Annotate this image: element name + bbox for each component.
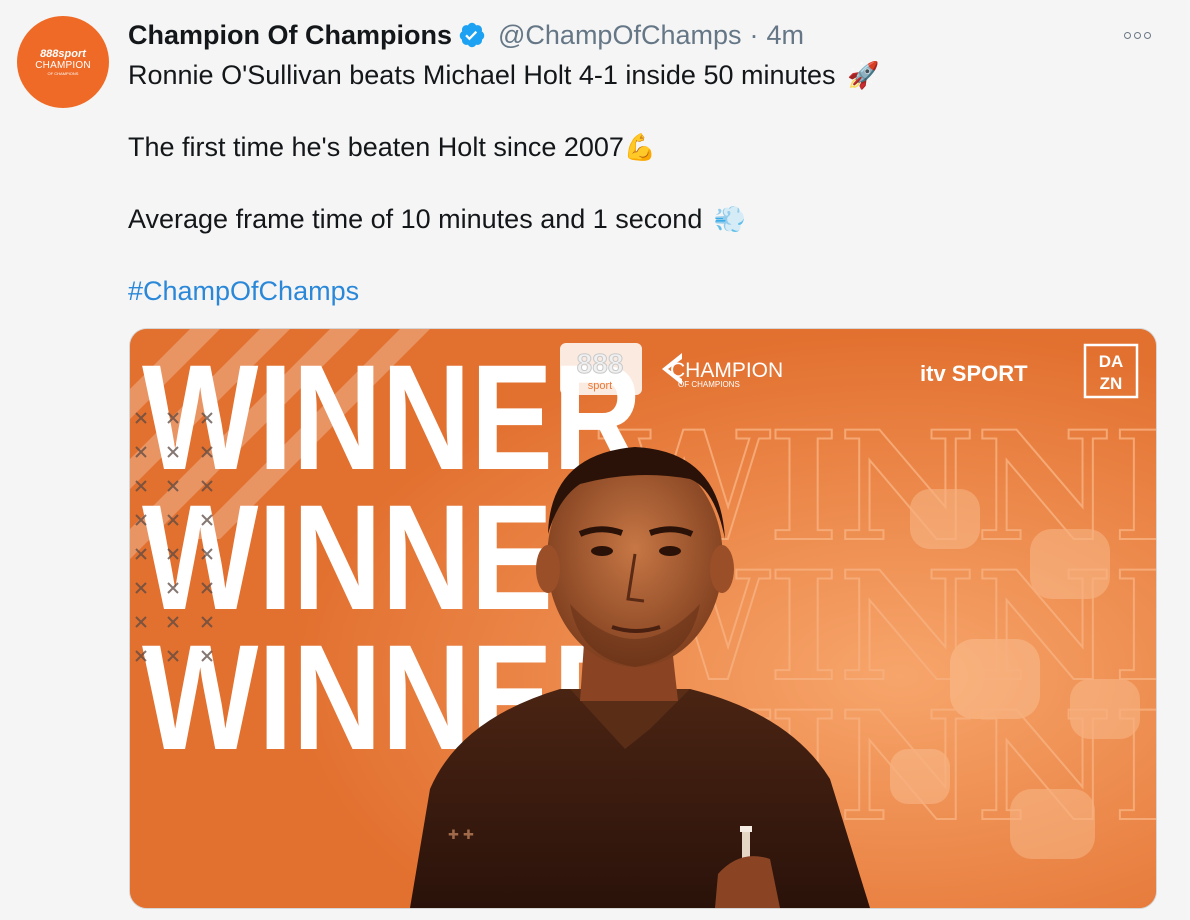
avatar[interactable]: 888sport CHAMPION OF CHAMPIONS — [17, 16, 109, 108]
more-options-icon[interactable] — [1124, 28, 1158, 42]
888sport-logo: 888 sport — [560, 343, 642, 395]
tweet-text: Ronnie O'Sullivan beats Michael Holt 4-1… — [128, 60, 836, 90]
avatar-logo: 888sport CHAMPION OF CHAMPIONS — [35, 47, 91, 76]
tweet-line-2: The first time he's beaten Holt since 20… — [128, 132, 656, 163]
avatar-sub: OF CHAMPIONS — [47, 70, 79, 76]
logo-888-sub: sport — [588, 380, 612, 392]
tweet-media-image[interactable]: WINNER WINNER WINNER WINNER WINNER WINNE… — [129, 328, 1157, 909]
more-dot — [1144, 31, 1151, 39]
verified-badge-icon — [459, 22, 485, 48]
dash-icon: 💨 — [713, 204, 747, 234]
dazn-top: DA — [1099, 352, 1124, 371]
hashtag-link[interactable]: #ChampOfChamps — [128, 276, 359, 306]
tweet-line-3: Average frame time of 10 minutes and 1 s… — [128, 204, 746, 235]
more-dot — [1124, 31, 1131, 39]
more-dot — [1134, 31, 1141, 39]
flexed-biceps-icon: 💪 — [623, 132, 657, 162]
logo-888: 888 — [577, 348, 624, 379]
shirt-logo: ✚ ✚ — [448, 828, 474, 843]
timestamp[interactable]: 4m — [767, 20, 805, 51]
itv-sport-logo: itv SPORT — [920, 361, 1028, 386]
separator-dot: · — [749, 19, 759, 50]
avatar-name: CHAMPION — [35, 59, 91, 71]
logo-subtitle: OF CHAMPIONS — [678, 380, 740, 389]
tweet-header: Champion Of Champions @ChampOfChamps · 4… — [128, 17, 804, 53]
rocket-icon: 🚀 — [847, 60, 880, 90]
hashtag-line: #ChampOfChamps — [128, 276, 359, 307]
handle[interactable]: @ChampOfChamps — [498, 20, 742, 51]
display-name[interactable]: Champion Of Champions — [128, 20, 452, 51]
media-graphic: WINNER WINNER WINNER WINNER WINNER WINNE… — [130, 329, 1156, 908]
tweet-text: The first time he's beaten Holt since 20… — [128, 132, 624, 162]
avatar-brand: 888sport — [40, 47, 86, 60]
tweet-text: Average frame time of 10 minutes and 1 s… — [128, 204, 703, 234]
tweet-line-1: Ronnie O'Sullivan beats Michael Holt 4-1… — [128, 60, 879, 91]
dazn-bottom: ZN — [1100, 374, 1123, 393]
logo-title: CHAMPION — [670, 359, 783, 382]
